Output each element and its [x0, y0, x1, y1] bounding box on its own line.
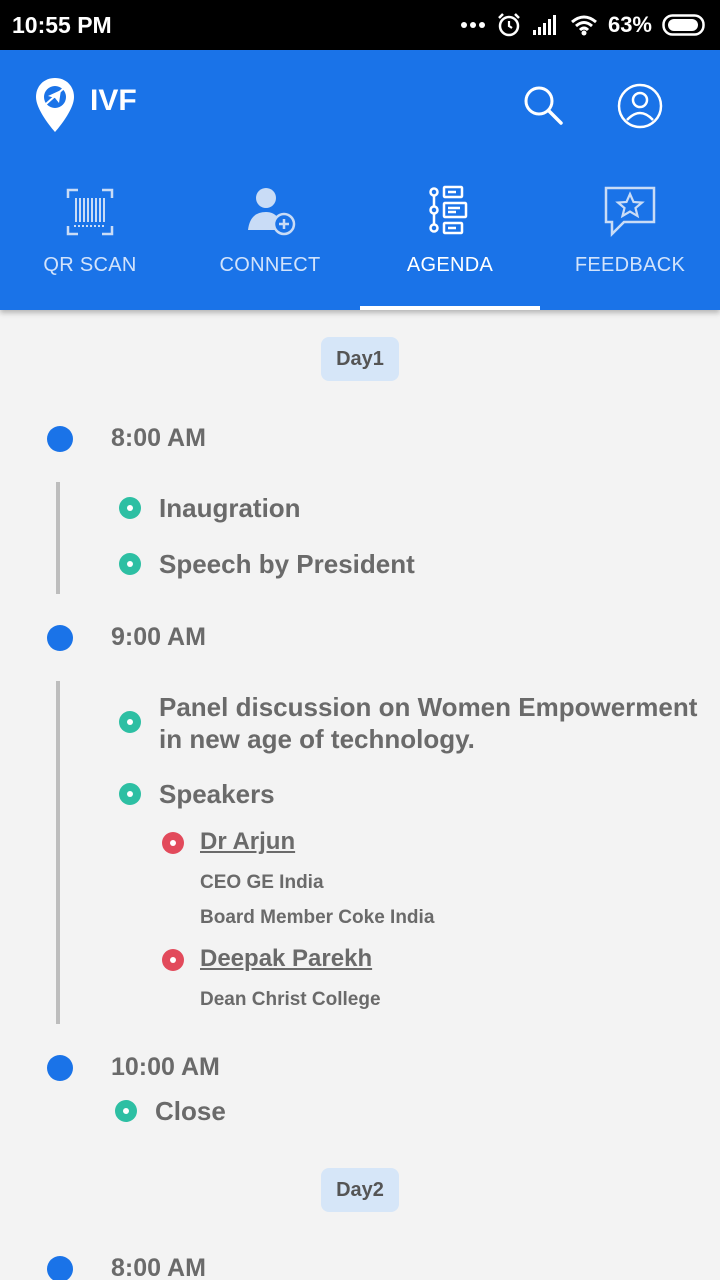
agenda-item[interactable]: Panel discussion on Women Empowerment — [159, 691, 697, 723]
speaker-role: Board Member Coke India — [200, 907, 435, 928]
speaker-dot — [162, 949, 184, 971]
speaker-name-link[interactable]: Deepak Parekh — [200, 945, 372, 973]
signal-icon — [532, 14, 560, 36]
status-icons: 63% — [460, 10, 708, 40]
wifi-icon — [570, 14, 598, 36]
time-label: 10:00 AM — [111, 1053, 220, 1081]
battery-percent: 63% — [607, 12, 652, 37]
item-dot — [115, 1100, 137, 1122]
agenda-item[interactable]: Speech by President — [159, 548, 415, 580]
speaker-role: CEO GE India — [200, 872, 324, 893]
tab-label: CONNECT — [219, 254, 321, 276]
agenda-item-continued[interactable]: in new age of technology. — [159, 723, 475, 755]
day-badge: Day2 — [321, 1168, 399, 1212]
agenda-item[interactable]: Speakers — [159, 778, 275, 810]
agenda-item[interactable]: Inaugration — [159, 492, 301, 524]
alarm-icon — [496, 12, 522, 38]
time-label: 9:00 AM — [111, 623, 206, 651]
item-dot — [119, 553, 141, 575]
agenda-list[interactable]: Day1 8:00 AM Inaugration Speech by Presi… — [0, 310, 720, 1280]
timeline-dot — [47, 426, 73, 452]
tab-label: AGENDA — [406, 254, 494, 276]
tab-bar: QR SCAN CONNECT AGENDA FEEDBACK — [0, 178, 720, 310]
timeline-dot — [47, 625, 73, 651]
item-dot — [119, 783, 141, 805]
speaker-dot — [162, 832, 184, 854]
star-feedback-icon — [600, 182, 660, 242]
tab-connect[interactable]: CONNECT — [180, 178, 360, 310]
status-time: 10:55 PM — [12, 12, 112, 38]
time-label: 8:00 AM — [111, 424, 206, 452]
battery-icon — [662, 13, 708, 37]
timeline-dot — [47, 1256, 73, 1280]
speaker-name-link[interactable]: Dr Arjun — [200, 828, 295, 856]
status-bar: 10:55 PM 63% — [0, 0, 720, 50]
tab-label: FEEDBACK — [574, 254, 686, 276]
more-dots-icon — [460, 20, 486, 30]
tab-feedback[interactable]: FEEDBACK — [540, 178, 720, 310]
speaker-role: Dean Christ College — [200, 989, 381, 1010]
tab-agenda[interactable]: AGENDA — [360, 178, 540, 310]
item-dot — [119, 711, 141, 733]
app-title: IVF — [90, 84, 137, 117]
profile-icon[interactable] — [616, 82, 664, 130]
timeline-line — [56, 681, 60, 1024]
timeline-dot — [47, 1055, 73, 1081]
app-bar: IVF QR SCAN CONNECT AGENDA FEEDBACK — [0, 50, 720, 310]
barcode-icon — [60, 182, 120, 242]
timeline-line — [56, 482, 60, 594]
tab-qr-scan[interactable]: QR SCAN — [0, 178, 180, 310]
tab-label: QR SCAN — [43, 254, 137, 276]
agenda-item[interactable]: Close — [155, 1095, 226, 1127]
agenda-tree-icon — [420, 182, 480, 242]
search-icon[interactable] — [520, 82, 566, 128]
add-user-icon — [240, 182, 300, 242]
day-badge: Day1 — [321, 337, 399, 381]
ivf-logo-icon — [34, 76, 76, 134]
time-label: 8:00 AM — [111, 1254, 206, 1280]
item-dot — [119, 497, 141, 519]
